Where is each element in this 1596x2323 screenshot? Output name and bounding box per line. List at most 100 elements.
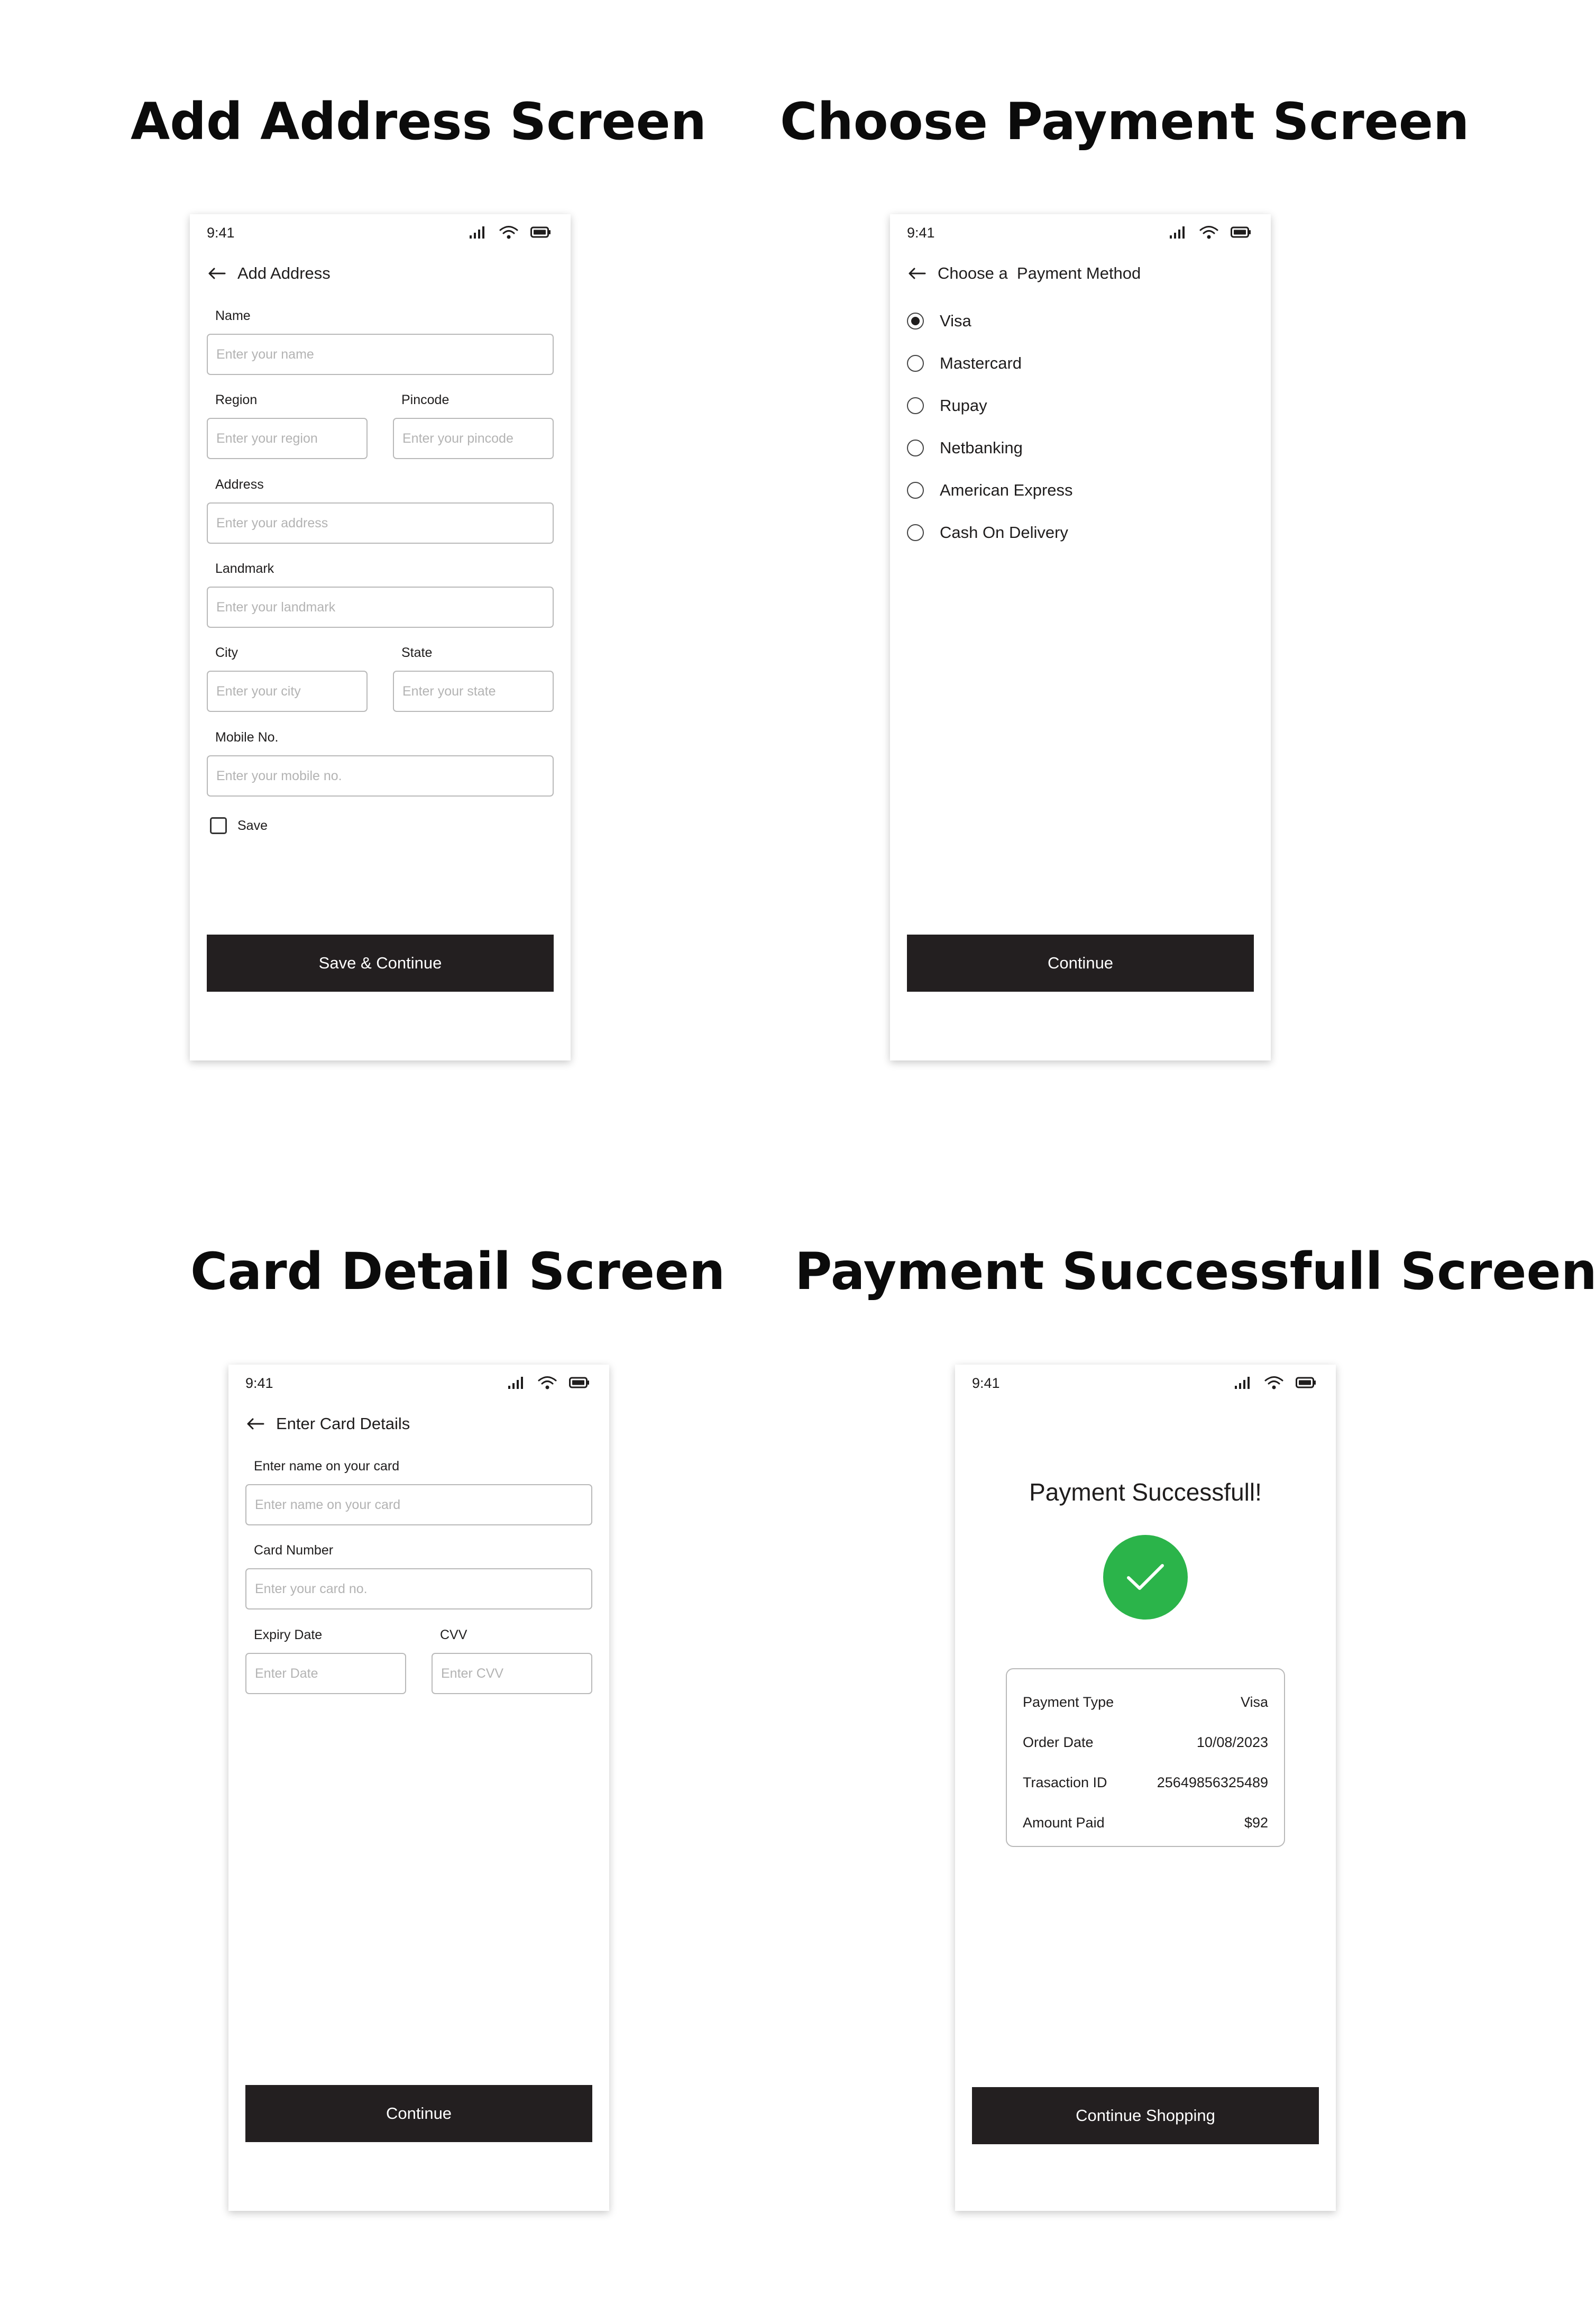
wifi-icon: [499, 226, 518, 239]
signal-icon: [470, 226, 484, 239]
wifi-icon: [1199, 226, 1218, 239]
section-title-add-address: Add Address Screen: [131, 92, 707, 151]
payment-option-mastercard[interactable]: Mastercard: [907, 354, 1022, 373]
screen-header: Add Address: [208, 264, 331, 283]
detail-row-order-date: Order Date 10/08/2023: [1023, 1722, 1268, 1762]
detail-value: 25649856325489: [1157, 1774, 1268, 1790]
section-title-choose-payment: Choose Payment Screen: [780, 92, 1470, 151]
status-time: 9:41: [907, 225, 935, 241]
detail-value: $92: [1244, 1814, 1268, 1831]
radio-unselected-icon[interactable]: [907, 355, 924, 372]
name-label: Name: [215, 308, 251, 323]
card-number-label: Card Number: [254, 1543, 334, 1558]
cvv-input[interactable]: [432, 1653, 592, 1694]
state-input[interactable]: [393, 671, 554, 712]
section-title-payment-success: Payment Successfull Screen: [795, 1242, 1596, 1301]
payment-option-label: Mastercard: [940, 354, 1022, 372]
name-input[interactable]: [207, 334, 554, 375]
checkmark-icon: [1127, 1564, 1164, 1590]
city-input[interactable]: [207, 671, 368, 712]
status-icons: [1234, 1375, 1317, 1390]
status-icons: [1169, 225, 1252, 240]
status-time: 9:41: [972, 1375, 1000, 1391]
continue-button[interactable]: Continue: [907, 935, 1254, 992]
radio-selected-icon[interactable]: [907, 313, 924, 330]
payment-option-label: Netbanking: [940, 438, 1023, 457]
header-title: Enter Card Details: [276, 1414, 410, 1433]
battery-icon: [569, 1377, 589, 1388]
card-number-input[interactable]: [245, 1568, 592, 1609]
payment-option-visa[interactable]: Visa: [907, 312, 971, 331]
save-checkbox[interactable]: Save: [210, 817, 268, 834]
detail-label: Payment Type: [1023, 1694, 1114, 1710]
card-detail-screen: 9:41 Enter Card Details Enter name on yo…: [228, 1365, 609, 2211]
save-checkbox-label: Save: [237, 818, 268, 833]
payment-option-cash-on-delivery[interactable]: Cash On Delivery: [907, 523, 1068, 542]
radio-unselected-icon[interactable]: [907, 440, 924, 456]
radio-unselected-icon[interactable]: [907, 397, 924, 414]
mobile-input[interactable]: [207, 755, 554, 797]
signal-icon: [1235, 1377, 1250, 1389]
battery-icon: [530, 226, 551, 238]
expiry-date-input[interactable]: [245, 1653, 406, 1694]
status-icons: [469, 225, 552, 240]
landmark-label: Landmark: [215, 561, 274, 576]
wifi-icon: [538, 1376, 557, 1389]
continue-shopping-button[interactable]: Continue Shopping: [972, 2087, 1319, 2144]
signal-icon: [1170, 226, 1185, 239]
cvv-label: CVV: [440, 1627, 467, 1642]
detail-row-amount-paid: Amount Paid $92: [1023, 1803, 1268, 1843]
pincode-input[interactable]: [393, 418, 554, 459]
signal-icon: [508, 1377, 523, 1389]
screen-header: Choose a Payment Method: [908, 264, 1141, 283]
card-name-label: Enter name on your card: [254, 1459, 400, 1474]
payment-option-netbanking[interactable]: Netbanking: [907, 438, 1023, 458]
continue-button[interactable]: Continue: [245, 2085, 592, 2142]
address-label: Address: [215, 477, 264, 492]
payment-option-label: Cash On Delivery: [940, 523, 1068, 542]
back-arrow-icon[interactable]: [908, 267, 926, 280]
radio-unselected-icon[interactable]: [907, 482, 924, 499]
detail-row-transaction-id: Trasaction ID 25649856325489: [1023, 1762, 1268, 1803]
landmark-input[interactable]: [207, 587, 554, 628]
payment-option-label: American Express: [940, 481, 1073, 499]
status-time: 9:41: [245, 1375, 273, 1391]
detail-value: Visa: [1240, 1694, 1268, 1710]
pincode-label: Pincode: [401, 392, 450, 407]
section-title-card-detail: Card Detail Screen: [190, 1242, 726, 1301]
payment-option-american-express[interactable]: American Express: [907, 481, 1073, 500]
radio-unselected-icon[interactable]: [907, 524, 924, 541]
detail-label: Amount Paid: [1023, 1814, 1105, 1831]
detail-row-payment-type: Payment Type Visa: [1023, 1682, 1268, 1722]
screen-header: Enter Card Details: [246, 1414, 410, 1433]
back-arrow-icon[interactable]: [208, 267, 226, 280]
battery-icon: [1231, 226, 1251, 238]
status-icons: [508, 1375, 590, 1390]
status-time: 9:41: [207, 225, 235, 241]
header-title: Add Address: [237, 264, 331, 282]
address-input[interactable]: [207, 502, 554, 544]
city-label: City: [215, 645, 239, 660]
state-label: State: [401, 645, 433, 660]
back-arrow-icon[interactable]: [246, 1417, 264, 1430]
detail-label: Order Date: [1023, 1734, 1094, 1750]
card-name-input[interactable]: [245, 1484, 592, 1525]
region-label: Region: [215, 392, 258, 407]
success-badge: [1103, 1535, 1188, 1620]
expiry-date-label: Expiry Date: [254, 1627, 323, 1642]
checkbox-icon[interactable]: [210, 817, 227, 834]
battery-icon: [1296, 1377, 1316, 1388]
payment-option-rupay[interactable]: Rupay: [907, 396, 987, 415]
payment-option-label: Visa: [940, 312, 971, 330]
region-input[interactable]: [207, 418, 368, 459]
save-continue-button[interactable]: Save & Continue: [207, 935, 554, 992]
add-address-screen: 9:41 Add Address Name Region Pincode Add…: [190, 214, 571, 1060]
wifi-icon: [1264, 1376, 1283, 1389]
detail-value: 10/08/2023: [1196, 1734, 1268, 1750]
detail-label: Trasaction ID: [1023, 1774, 1107, 1790]
payment-option-label: Rupay: [940, 396, 987, 415]
choose-payment-screen: 9:41 Choose a Payment Method Visa Master…: [890, 214, 1271, 1060]
mobile-label: Mobile No.: [215, 730, 279, 745]
payment-details-card: Payment Type Visa Order Date 10/08/2023 …: [1006, 1668, 1285, 1847]
success-title: Payment Successfull!: [1029, 1478, 1262, 1506]
